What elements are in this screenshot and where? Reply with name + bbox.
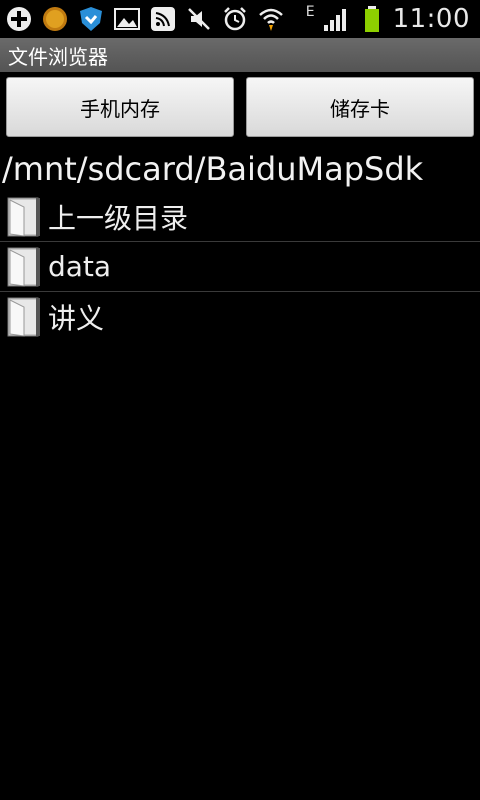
file-list: 上一级目录 data 讲义 bbox=[0, 192, 480, 341]
list-item-handout[interactable]: 讲义 bbox=[0, 292, 480, 341]
image-icon bbox=[112, 4, 142, 34]
list-item-parent-directory[interactable]: 上一级目录 bbox=[0, 192, 480, 242]
wifi-icon bbox=[256, 4, 286, 34]
shield-icon bbox=[76, 4, 106, 34]
network-type: E bbox=[305, 4, 315, 20]
current-path: /mnt/sdcard/BaiduMapSdk bbox=[2, 150, 424, 188]
status-time: 11:00 bbox=[392, 4, 470, 34]
folder-icon bbox=[7, 297, 40, 337]
battery-icon bbox=[357, 4, 387, 34]
list-item-data[interactable]: data bbox=[0, 242, 480, 292]
folder-icon bbox=[7, 197, 40, 237]
app-title: 文件浏览器 bbox=[8, 44, 108, 69]
sound-wave-icon bbox=[148, 4, 178, 34]
alarm-icon bbox=[220, 4, 250, 34]
list-item-label: 讲义 bbox=[48, 301, 105, 335]
title-bar: 文件浏览器 bbox=[0, 38, 480, 72]
list-item-label: data bbox=[48, 250, 112, 283]
list-item-label: 上一级目录 bbox=[48, 201, 189, 235]
folder-icon bbox=[7, 247, 40, 287]
signal-icon bbox=[321, 4, 351, 34]
mute-icon bbox=[184, 4, 214, 34]
circle-app-icon bbox=[40, 4, 70, 34]
add-icon bbox=[4, 4, 34, 34]
storage-buttons: 手机内存 储存卡 bbox=[0, 72, 480, 142]
sd-card-button[interactable]: 储存卡 bbox=[246, 77, 474, 137]
status-bar: E 11:00 bbox=[0, 0, 480, 38]
phone-memory-button[interactable]: 手机内存 bbox=[6, 77, 234, 137]
